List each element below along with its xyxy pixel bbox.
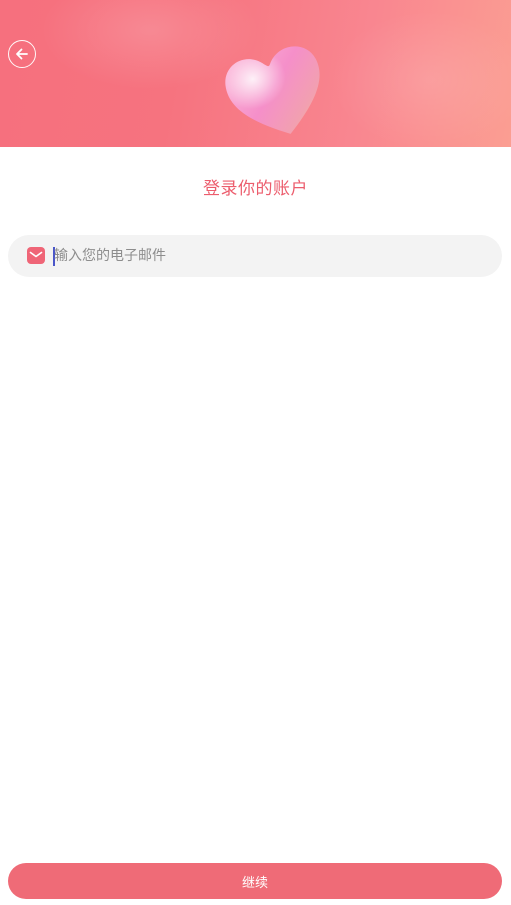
email-field[interactable] (8, 235, 502, 277)
login-screen: 登录你的账户 继续 (0, 0, 511, 905)
header-banner (0, 0, 511, 147)
mail-icon (27, 247, 45, 264)
email-input[interactable] (54, 235, 484, 277)
continue-button[interactable]: 继续 (8, 863, 502, 899)
page-title: 登录你的账户 (203, 179, 308, 199)
arrow-left-icon (16, 48, 28, 60)
back-button[interactable] (8, 40, 36, 68)
header-glow-secondary (330, 10, 511, 147)
heart-icon (225, 46, 320, 134)
